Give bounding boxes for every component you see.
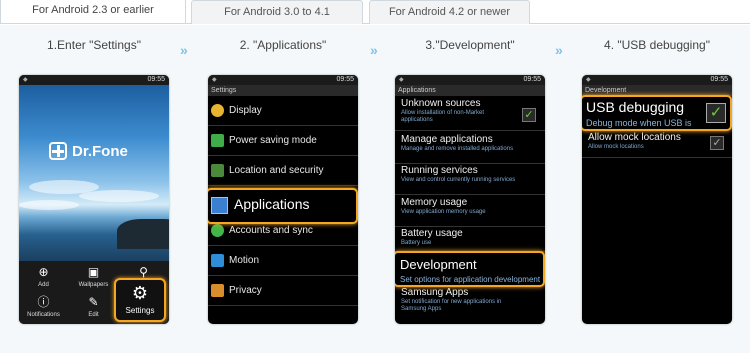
add-button[interactable]: ⊕ Add <box>25 263 62 294</box>
drfone-logo-text: Dr.Fone <box>72 143 128 160</box>
notification-icon: ◆ <box>23 77 28 83</box>
location-grid-icon <box>211 164 224 177</box>
battery-icon <box>211 134 224 147</box>
chevron-icon: » <box>370 42 378 58</box>
notification-icon: ◆ <box>212 77 217 83</box>
wallpapers-button[interactable]: ▣ Wallpapers <box>75 263 112 294</box>
phone-settings-list: ◆ 09:55 Settings Display Power saving mod… <box>208 75 358 324</box>
settings-item-privacy[interactable]: Privacy <box>208 276 358 306</box>
list-item-battery-usage[interactable]: Battery usage Battery use <box>395 228 545 252</box>
settings-button[interactable]: ⚙ Settings <box>114 278 166 322</box>
list-item-running-services[interactable]: Running services View and control curren… <box>395 165 545 195</box>
chevron-icon: » <box>180 42 188 58</box>
step-3-label: 3."Development" <box>425 38 515 52</box>
tab-android-3-0[interactable]: For Android 3.0 to 4.1 <box>191 0 363 24</box>
phone-applications-list: ◆ 09:55 Applications Unknown sources Allo… <box>395 75 545 324</box>
wallpaper: Dr.Fone <box>19 85 169 261</box>
status-time: 09:55 <box>710 76 728 83</box>
status-time: 09:55 <box>147 76 165 83</box>
list-item-development[interactable]: Development Set options for application … <box>395 251 545 287</box>
screen-title: Settings <box>208 85 358 96</box>
add-icon: ⊕ <box>38 265 49 279</box>
list-item-samsung-apps[interactable]: Samsung Apps Set notification for new ap… <box>395 287 545 324</box>
checkbox-checked-icon[interactable]: ✓ <box>710 136 724 150</box>
motion-icon <box>211 254 224 267</box>
settings-item-motion[interactable]: Motion <box>208 246 358 276</box>
settings-item-applications[interactable]: Applications <box>208 188 358 224</box>
display-icon <box>211 104 224 117</box>
privacy-icon <box>211 284 224 297</box>
step-1-label: 1.Enter "Settings" <box>47 38 141 52</box>
step-4-label: 4. "USB debugging" <box>604 38 710 52</box>
phone-development-list: ◆ 09:55 Development USB debugging Debug m… <box>582 75 732 324</box>
list-item-manage-applications[interactable]: Manage applications Manage and remove in… <box>395 134 545 164</box>
screen-title: Applications <box>395 85 545 96</box>
phone-home-screen: ◆ 09:55 Dr.Fone ⊕ Add ▣ Wallpapers ⚲ ⓘ Notif… <box>19 75 169 324</box>
notification-icon: ◆ <box>399 77 404 83</box>
applications-grid-icon <box>211 197 228 214</box>
gear-icon: ⚙ <box>131 283 149 303</box>
list-item-mock-locations[interactable]: Allow mock locations Allow mock location… <box>582 132 732 158</box>
list-item-usb-debugging[interactable]: USB debugging Debug mode when USB is ✓ <box>582 95 732 131</box>
status-time: 09:55 <box>336 76 354 83</box>
tab-bar: For Android 2.3 or earlier For Android 3… <box>0 0 750 24</box>
drfone-logo-icon <box>49 142 67 160</box>
chevron-icon: » <box>555 42 563 58</box>
step-2-label: 2. "Applications" <box>239 38 327 52</box>
settings-item-display[interactable]: Display <box>208 96 358 126</box>
tab-android-2-3[interactable]: For Android 2.3 or earlier <box>0 0 186 23</box>
list-item-memory-usage[interactable]: Memory usage View application memory usa… <box>395 197 545 227</box>
list-item-unknown-sources[interactable]: Unknown sources Allow installation of no… <box>395 98 545 131</box>
notifications-button[interactable]: ⓘ Notifications <box>25 293 62 324</box>
tab-android-4-2[interactable]: For Android 4.2 or newer <box>369 0 530 24</box>
pencil-icon: ✎ <box>88 295 99 309</box>
status-time: 09:55 <box>523 76 541 83</box>
checkbox-checked-icon[interactable]: ✓ <box>706 103 726 123</box>
checkbox-checked-icon[interactable]: ✓ <box>522 108 536 122</box>
picture-icon: ▣ <box>87 265 100 279</box>
settings-item-power-saving[interactable]: Power saving mode <box>208 126 358 156</box>
status-bar: ◆ 09:55 <box>208 75 358 85</box>
edit-button[interactable]: ✎ Edit <box>75 293 112 324</box>
sync-icon <box>211 224 224 237</box>
settings-item-location[interactable]: Location and security <box>208 156 358 186</box>
info-icon: ⓘ <box>37 295 50 309</box>
status-bar: ◆ 09:55 <box>19 75 169 85</box>
notification-icon: ◆ <box>586 77 591 83</box>
status-bar: ◆ 09:55 <box>395 75 545 85</box>
status-bar: ◆ 09:55 <box>582 75 732 85</box>
